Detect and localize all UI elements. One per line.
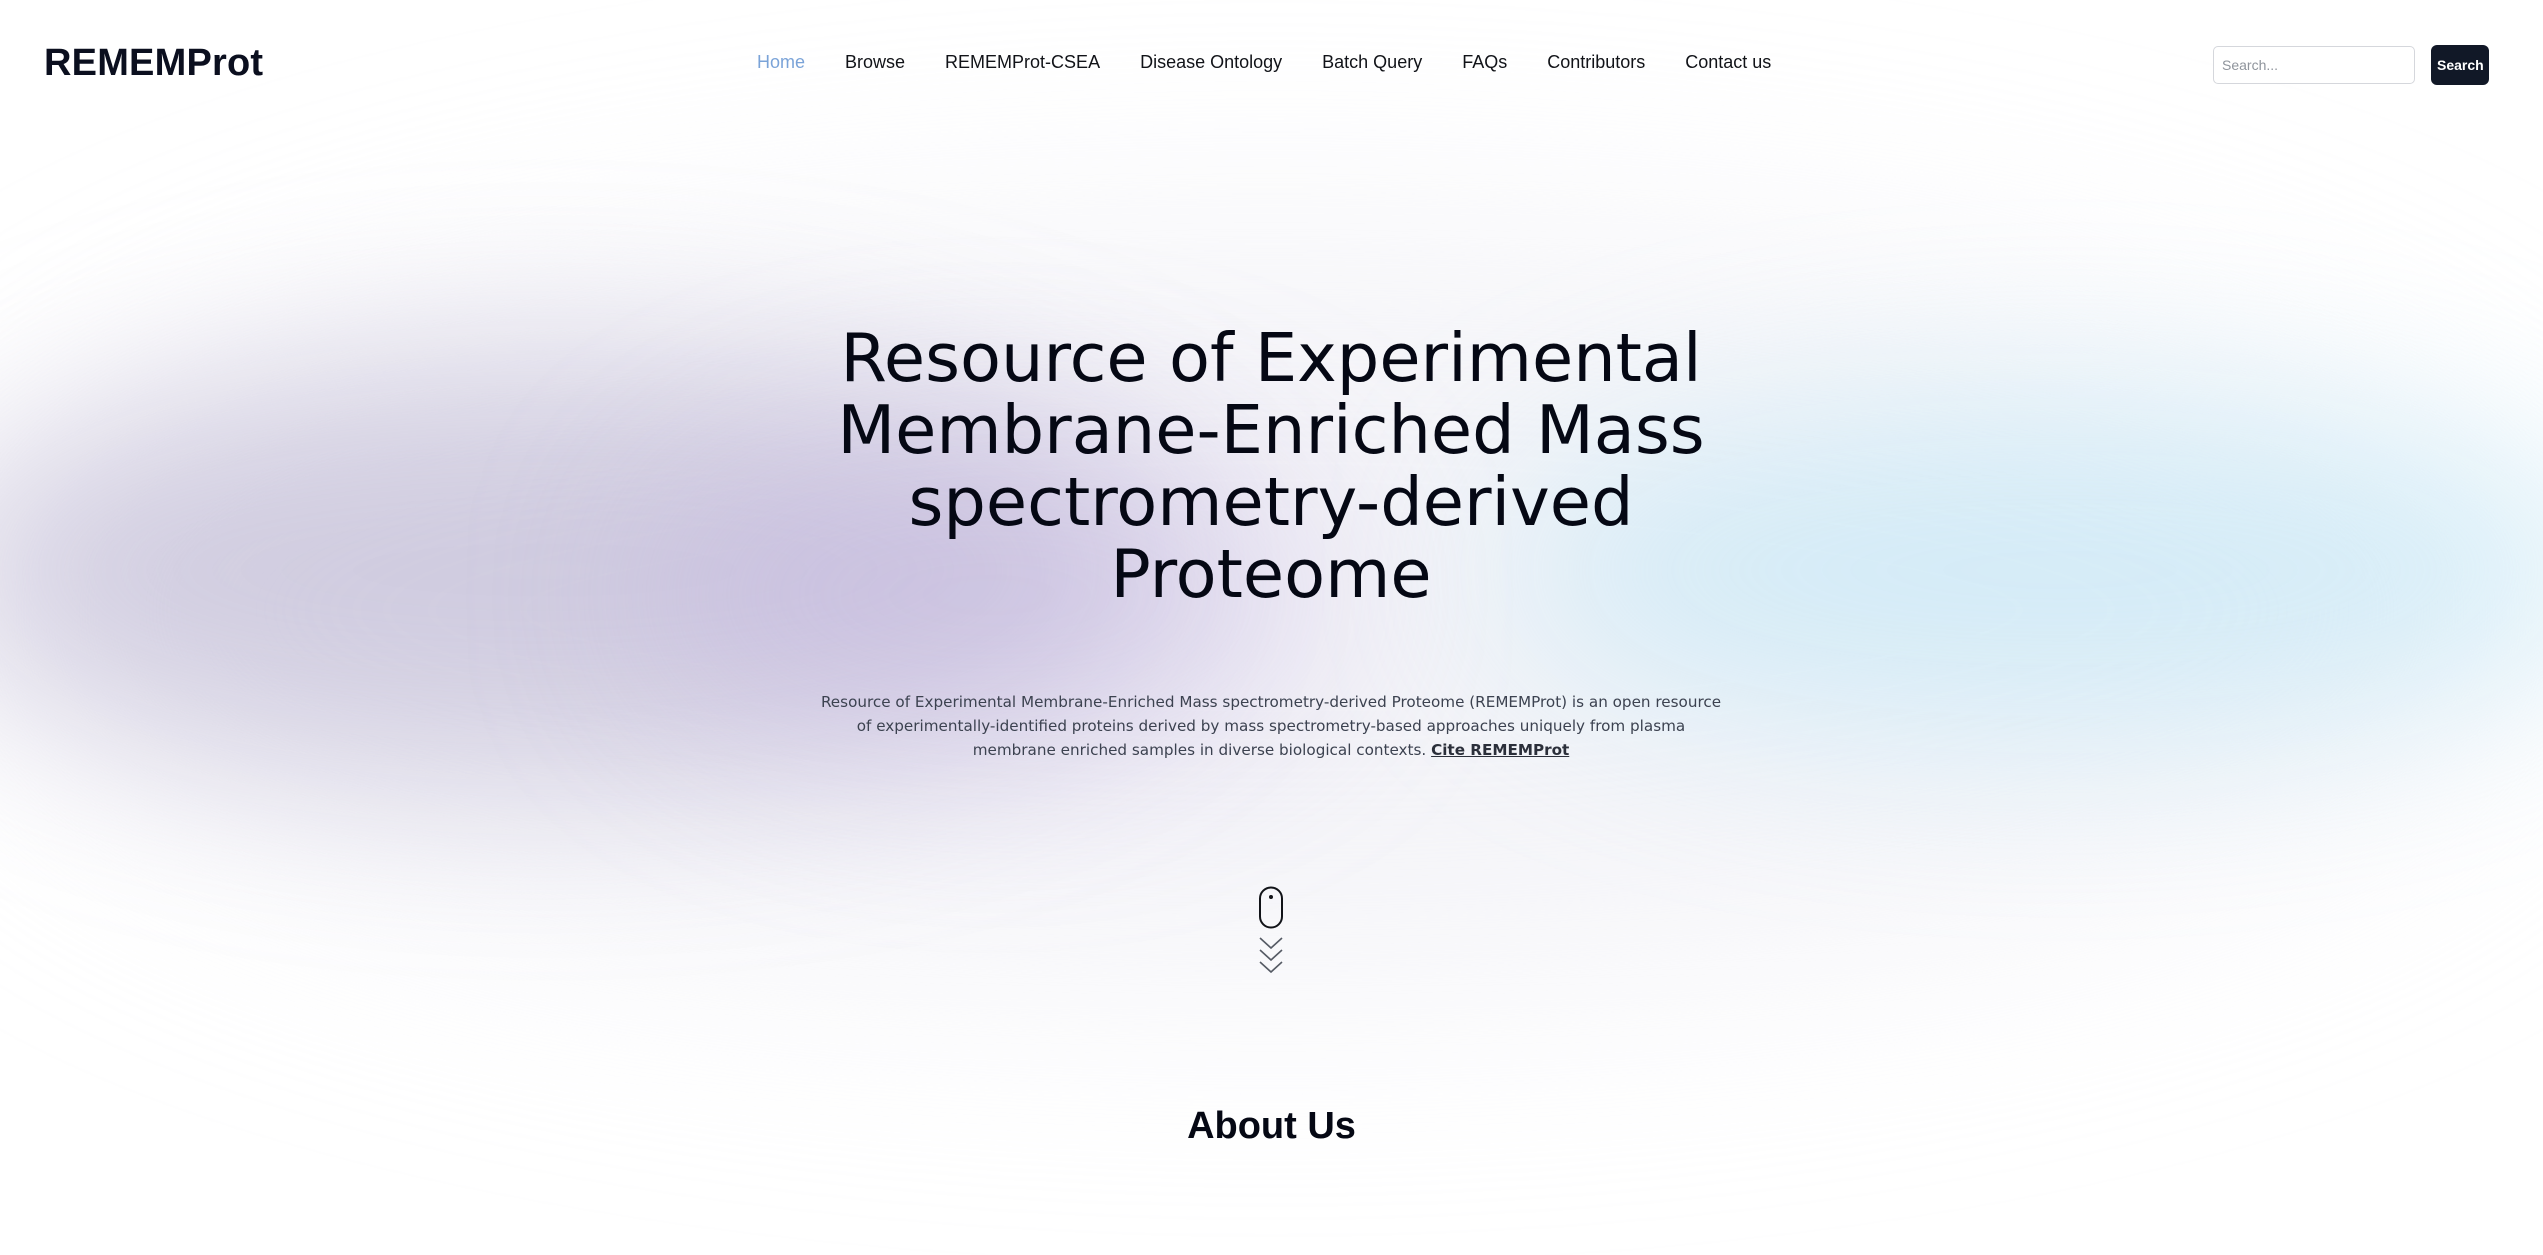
- hero-title: Resource of Experimental Membrane-Enrich…: [837, 319, 1705, 613]
- cite-link[interactable]: Cite REMEMProt: [1431, 741, 1569, 759]
- nav-contributors[interactable]: Contributors: [1547, 52, 1645, 73]
- nav-faqs[interactable]: FAQs: [1462, 52, 1507, 73]
- nav-disease-ontology[interactable]: Disease Ontology: [1140, 52, 1282, 73]
- nav-rememprot-csea[interactable]: REMEMProt-CSEA: [945, 52, 1100, 73]
- search-button[interactable]: Search: [2431, 45, 2489, 85]
- navbar: REMEMProt Home Browse REMEMProt-CSEA Dis…: [0, 0, 2543, 130]
- nav-browse[interactable]: Browse: [845, 52, 905, 73]
- nav-home[interactable]: Home: [757, 52, 805, 73]
- nav-batch-query[interactable]: Batch Query: [1322, 52, 1422, 73]
- search-form: Search: [2213, 45, 2489, 85]
- main-nav: Home Browse REMEMProt-CSEA Disease Ontol…: [757, 52, 1811, 73]
- search-input[interactable]: [2213, 46, 2415, 84]
- nav-contact-us[interactable]: Contact us: [1685, 52, 1771, 73]
- page: REMEMProt Home Browse REMEMProt-CSEA Dis…: [0, 0, 2543, 1255]
- hero-description-text: Resource of Experimental Membrane-Enrich…: [820, 693, 1722, 759]
- mouse-scroll-down-icon[interactable]: [1256, 886, 1286, 978]
- brand-logo[interactable]: REMEMProt: [44, 42, 263, 85]
- hero-description: Resource of Experimental Membrane-Enrich…: [816, 690, 1726, 762]
- about-us-heading: About Us: [1187, 1105, 1356, 1147]
